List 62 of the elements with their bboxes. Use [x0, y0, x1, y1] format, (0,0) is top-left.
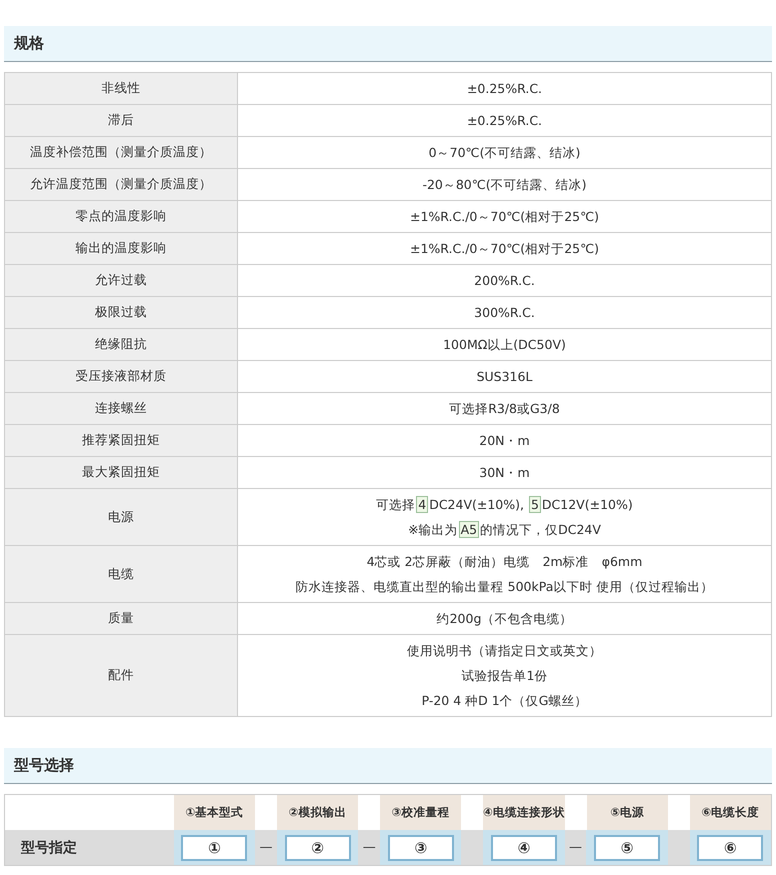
cell-text: 0～70℃(不可结露、结冰): [428, 144, 582, 162]
section-title: 规格: [14, 34, 44, 53]
table-cell: 受压接液部材质: [4, 360, 238, 392]
table-cell: 绝缘阻抗: [4, 328, 238, 360]
column-header: ②模拟输出: [276, 795, 358, 830]
cell-text: 使用说明书（请指定日文或英文）: [406, 642, 603, 660]
cell-text: 的情况下，仅DC24V: [480, 522, 601, 537]
table-cell: 零点的温度影响: [4, 200, 238, 232]
dash-separator: —: [362, 840, 376, 855]
cell-text: DC12V(±10%): [542, 497, 633, 512]
input-field[interactable]: ①: [181, 834, 248, 860]
cell-text: 300%R.C.: [473, 304, 536, 322]
cell-text: P-20 4 种D 1个（仅G螺丝）: [420, 692, 588, 710]
column-header: ④电缆连接形状: [483, 795, 565, 830]
table-cell: 非线性: [4, 72, 238, 104]
table-cell: 连接螺丝: [4, 392, 238, 424]
column-header: ⑤电源: [586, 795, 668, 830]
table-cell: 最大紧固扭矩: [4, 456, 238, 488]
cell-text: 约200g（不包含电缆）: [436, 610, 574, 628]
cell-text: 100MΩ以上(DC50V): [442, 336, 567, 354]
column-header: ①基本型式: [174, 795, 255, 830]
code-badge: 5: [528, 496, 541, 513]
input-field[interactable]: ⑥: [697, 834, 764, 860]
cell-text: 20N・m: [478, 432, 531, 450]
cell-text: ±1%R.C./0～70℃(相对于25℃): [408, 208, 600, 226]
cell-text: 可选择R3/8或G3/8: [448, 400, 561, 418]
input-field[interactable]: ③: [388, 834, 454, 860]
table-cell: 质量: [4, 602, 238, 634]
cell-text: ±1%R.C./0～70℃(相对于25℃): [408, 240, 600, 258]
table-cell: 电缆: [4, 546, 238, 602]
table-cell: 温度补偿范围（测量介质温度）: [4, 136, 238, 168]
table-cell: 允许过载: [4, 264, 238, 296]
column-header: ③校准量程: [380, 795, 462, 830]
cell-text: 可选择: [376, 497, 416, 512]
table-cell: 推荐紧固扭矩: [4, 424, 238, 456]
cell-text: -20～80℃(不可结露、结冰): [421, 176, 588, 194]
cell-text: SUS316L: [476, 368, 534, 386]
cell-text: 200%R.C.: [473, 272, 536, 290]
table-cell: 电源: [4, 488, 238, 546]
table-cell: 允许温度范围（测量介质温度）: [4, 168, 238, 200]
table-cell: 输出的温度影响: [4, 232, 238, 264]
cell-text: ※输出为: [408, 522, 458, 537]
row-label: 型号指定: [21, 838, 77, 856]
section-title: 型号选择: [14, 756, 74, 775]
cell-text: ±0.25%R.C.: [466, 80, 544, 98]
table-cell: 极限过载: [4, 296, 238, 328]
column-header: ⑥电缆长度: [690, 795, 771, 830]
cell-text: 4芯或 2芯屏蔽（耐油）电缆 2m标准 φ6mm: [366, 553, 644, 571]
dash-separator: —: [569, 840, 582, 855]
table-cell: 配件: [4, 634, 238, 716]
input-field[interactable]: ②: [284, 834, 351, 860]
cell-text: 防水连接器、电缆直出型的输出量程 500kPa以下时 使用（仅过程输出）: [294, 578, 714, 596]
cell-text: 试验报告单1份: [460, 667, 548, 685]
table-cell: 滞后: [4, 104, 238, 136]
input-field[interactable]: ⑤: [594, 834, 660, 860]
cell-text: 30N・m: [478, 464, 531, 482]
cell-text: ±0.25%R.C.: [466, 112, 544, 130]
code-badge: 4: [416, 496, 428, 513]
input-field[interactable]: ④: [490, 834, 557, 860]
cell-text: DC24V(±10%),: [429, 497, 525, 512]
code-badge: A5: [458, 521, 480, 538]
dash-separator: —: [260, 840, 273, 855]
